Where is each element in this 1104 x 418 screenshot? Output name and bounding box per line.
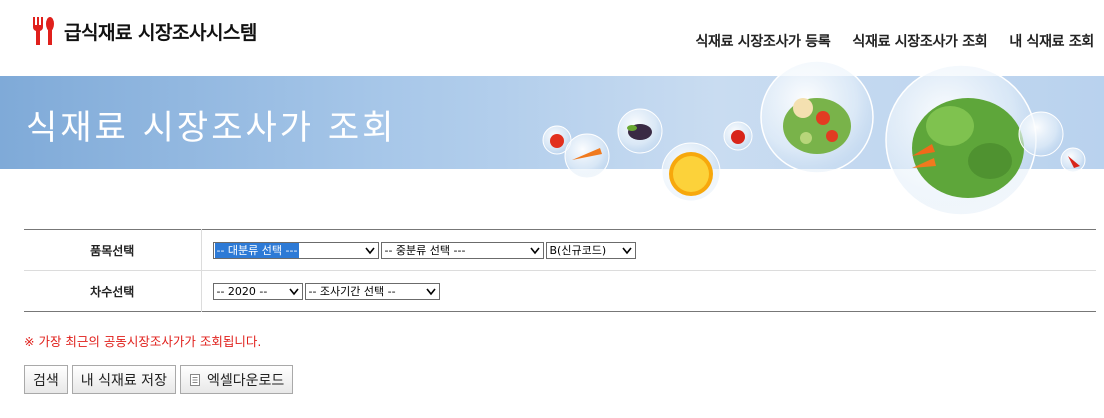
excel-button-label: 엑셀다운로드 <box>206 372 285 389</box>
year-select[interactable]: -- 2020 -- <box>212 282 303 300</box>
page-title: 식재료 시장조사가 조회 <box>26 108 397 148</box>
search-button-label: 검색 <box>33 372 59 389</box>
save-my-ingredients-button[interactable]: 내 식재료 저장 <box>71 365 176 394</box>
item-select-cell: -- 대분류 선택 --- -- 중분류 선택 --- B(신규코드) <box>200 229 1096 271</box>
main-nav: 식재료 시장조사가 등록 식재료 시장조사가 조회 내 식재료 조회 <box>695 31 1094 51</box>
middle-category-select[interactable]: -- 중분류 선택 --- <box>380 241 544 259</box>
fork-spoon-icon <box>33 17 54 45</box>
round-select-cell: -- 2020 -- -- 조사기간 선택 -- <box>200 270 1096 312</box>
logo[interactable]: 급식재료 시장조사시스템 <box>30 16 257 46</box>
notice-text: ※ 가장 최근의 공동시장조사가가 조회됩니다. <box>24 334 262 349</box>
chevron-down-icon <box>425 288 436 295</box>
round-select-label: 차수선택 <box>90 284 135 299</box>
table-row: 차수선택 -- 2020 -- -- 조사기간 선택 -- <box>24 270 1096 312</box>
chevron-down-icon <box>364 247 375 254</box>
action-buttons: 검색 내 식재료 저장 엑셀다운로드 <box>24 365 294 394</box>
vegetable-bubbles-illustration <box>542 60 1086 216</box>
nav-register-price[interactable]: 식재료 시장조사가 등록 <box>695 31 830 51</box>
excel-download-button[interactable]: 엑셀다운로드 <box>179 365 294 394</box>
document-icon <box>189 373 200 386</box>
chevron-down-icon <box>288 288 299 295</box>
save-button-label: 내 식재료 저장 <box>80 372 167 389</box>
chevron-down-icon <box>529 247 540 254</box>
item-select-label: 품목선택 <box>24 229 201 271</box>
major-category-select[interactable]: -- 대분류 선택 --- <box>212 241 379 259</box>
survey-period-select[interactable]: -- 조사기간 선택 -- <box>304 282 440 300</box>
nav-view-price[interactable]: 식재료 시장조사가 조회 <box>852 31 987 51</box>
search-conditions-table: 품목선택 -- 대분류 선택 --- -- 중분류 선택 --- B(신규코드)… <box>24 229 1096 312</box>
nav-my-ingredients[interactable]: 내 식재료 조회 <box>1009 31 1094 51</box>
code-type-select[interactable]: B(신규코드) <box>545 241 636 259</box>
app-title: 급식재료 시장조사시스템 <box>64 21 257 44</box>
search-button[interactable]: 검색 <box>24 365 68 394</box>
chevron-down-icon <box>621 247 632 254</box>
table-row: 품목선택 -- 대분류 선택 --- -- 중분류 선택 --- B(신규코드) <box>24 229 1096 271</box>
